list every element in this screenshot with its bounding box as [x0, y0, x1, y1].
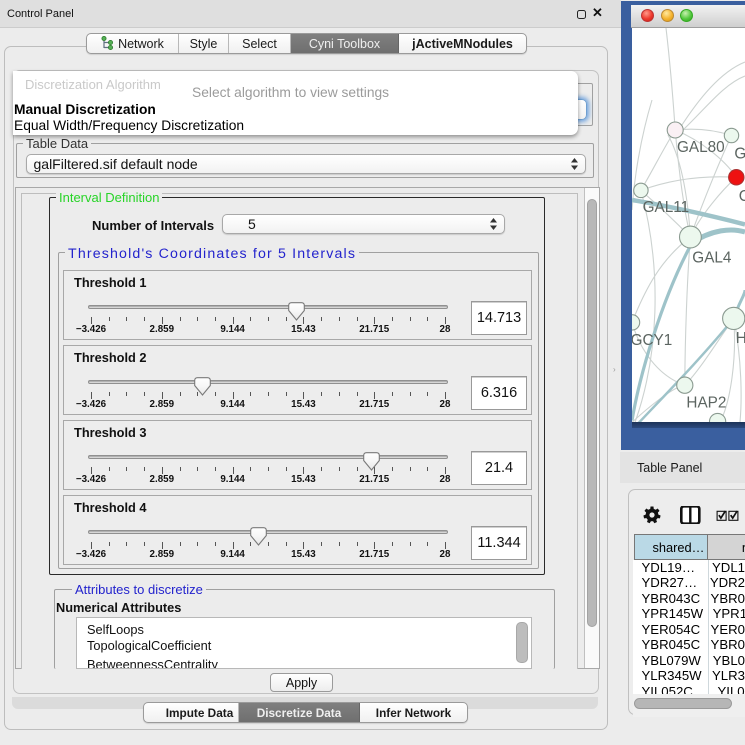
- svg-text:GCY1: GCY1: [632, 332, 672, 349]
- svg-text:HAP2: HAP2: [686, 395, 726, 412]
- svg-text:C: C: [739, 188, 745, 205]
- svg-text:GAL80: GAL80: [677, 139, 725, 156]
- svg-text:H: H: [736, 330, 745, 347]
- svg-text:GA: GA: [734, 146, 745, 163]
- svg-text:GAL4: GAL4: [692, 250, 732, 267]
- svg-text:GAL11: GAL11: [643, 199, 690, 216]
